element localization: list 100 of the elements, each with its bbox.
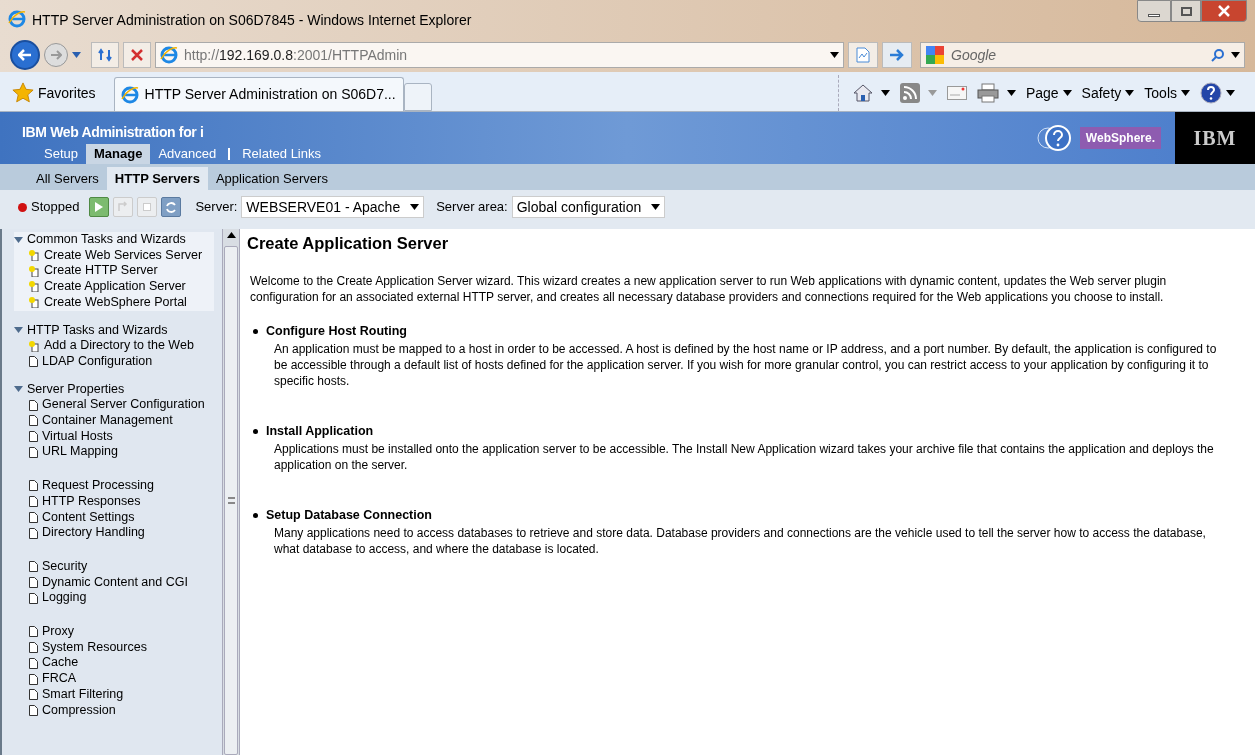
search-field[interactable]: Google — [920, 42, 1245, 68]
main-tab[interactable]: Advanced — [150, 144, 225, 164]
favorites-button[interactable]: Favorites — [8, 75, 100, 111]
sidebar-link[interactable]: Directory Handling — [14, 525, 214, 541]
page-icon — [29, 577, 38, 588]
go-button[interactable] — [882, 42, 912, 68]
sidebar-link[interactable]: URL Mapping — [14, 444, 214, 461]
server-area-label: Server area: — [436, 198, 508, 217]
stop-button[interactable] — [123, 42, 151, 68]
minimize-button[interactable] — [1137, 0, 1171, 22]
back-arrow-icon — [18, 49, 32, 61]
sidebar-link[interactable]: FRCA — [14, 671, 214, 687]
sidebar-link[interactable]: Create WebSphere Portal — [14, 294, 214, 311]
command-menu[interactable]: Page — [1025, 82, 1072, 104]
dropdown-arrow-icon[interactable] — [1062, 90, 1072, 96]
dropdown-arrow-icon[interactable] — [651, 204, 661, 210]
address-field[interactable]: http://192.169.0.8:2001/HTTPAdmin — [155, 42, 844, 68]
browser-tab[interactable]: HTTP Server Administration on S06D7... — [113, 77, 404, 111]
dropdown-arrow-icon[interactable] — [1006, 90, 1016, 96]
sidebar-link[interactable]: System Resources — [14, 639, 214, 656]
compatibility-icon — [856, 47, 870, 63]
help-icon[interactable] — [1200, 82, 1222, 104]
sidebar-link[interactable]: Virtual Hosts — [14, 428, 214, 445]
sidebar-link[interactable]: Logging — [14, 590, 214, 607]
step-description: Applications must be installed onto the application server to be accessible. The Install New Application wizard takes your archive file that contains the application and deploys the application on the server. — [273, 441, 1215, 473]
mail-icon[interactable] — [946, 86, 967, 100]
page-icon — [29, 496, 38, 508]
sidebar-link[interactable]: Proxy — [14, 624, 214, 640]
sidebar-link[interactable]: Create HTTP Server — [14, 263, 214, 280]
refresh-button[interactable] — [91, 42, 119, 68]
server-select[interactable]: WEBSERVE01 - Apache — [241, 196, 425, 218]
e-logo-icon — [160, 46, 178, 64]
stop-square-icon — [143, 203, 152, 211]
sidebar-link[interactable]: Create Application Server — [14, 279, 214, 295]
page-icon — [29, 592, 38, 604]
page-icon — [29, 511, 38, 523]
restore-button[interactable] — [1171, 0, 1201, 22]
sub-tab[interactable]: Application Servers — [207, 167, 336, 190]
brand-badge: WebSphere. — [1079, 127, 1161, 149]
scroll-up-icon — [226, 232, 236, 238]
google-icon — [925, 45, 945, 65]
dropdown-arrow-icon[interactable] — [1181, 90, 1190, 96]
main-tab[interactable]: Setup — [36, 144, 86, 164]
step-title: Setup Database Connection — [266, 507, 432, 523]
sub-tab[interactable]: All Servers — [28, 167, 107, 190]
scrollbar[interactable] — [222, 229, 240, 755]
sidebar-link[interactable]: Add a Directory to the Web — [14, 338, 214, 354]
server-area-select[interactable]: Global configuration — [511, 196, 666, 218]
start-button[interactable] — [89, 197, 110, 217]
refresh-status-button[interactable] — [161, 197, 182, 217]
sidebar-link[interactable]: Security — [14, 558, 214, 575]
sidebar-link[interactable]: Content Settings — [14, 509, 214, 526]
page-icon — [29, 527, 38, 539]
sidebar-link[interactable]: LDAP Configuration — [14, 353, 214, 370]
main-tab[interactable]: Manage — [86, 144, 151, 164]
dropdown-arrow-icon[interactable] — [1125, 90, 1135, 96]
command-menu[interactable]: Tools — [1144, 82, 1190, 104]
help-icon[interactable] — [1035, 124, 1072, 152]
sidebar-link[interactable]: Dynamic Content and CGI — [14, 574, 214, 591]
search-icon[interactable] — [1211, 48, 1225, 62]
home-icon[interactable] — [852, 84, 873, 102]
back-button[interactable] — [10, 40, 40, 70]
step-title: Configure Host Routing — [266, 323, 407, 339]
search-input[interactable]: Google — [951, 44, 1205, 66]
sub-tab[interactable]: HTTP Servers — [106, 167, 208, 190]
stop-icon — [130, 48, 144, 62]
dropdown-arrow-icon[interactable] — [1231, 52, 1240, 58]
dropdown-arrow-icon[interactable] — [410, 204, 420, 210]
sidebar-link[interactable]: Create Web Services Server — [14, 247, 214, 264]
server-label: Server: — [195, 198, 238, 217]
sidebar-link[interactable]: General Server Configuration — [14, 397, 214, 414]
printer-icon[interactable] — [976, 83, 999, 103]
sidebar-link[interactable]: Request Processing — [14, 478, 214, 494]
star-icon — [12, 82, 34, 104]
page-icon — [29, 415, 38, 427]
dropdown-arrow-icon[interactable] — [830, 52, 839, 58]
close-button[interactable] — [1201, 0, 1247, 22]
command-menu[interactable]: Safety — [1081, 82, 1135, 104]
page-icon — [29, 657, 38, 669]
sidebar-link[interactable]: Compression — [14, 702, 214, 719]
go-arrow-icon — [889, 49, 905, 61]
sidebar-link[interactable]: HTTP Responses — [14, 493, 214, 510]
dropdown-arrow-icon[interactable] — [880, 90, 890, 96]
sidebar-link[interactable]: Container Management — [14, 413, 214, 429]
group-header[interactable]: HTTP Tasks and Wizards — [14, 322, 214, 339]
group-header[interactable]: Server Properties — [14, 381, 214, 398]
sidebar-link[interactable]: Smart Filtering — [14, 686, 214, 703]
page-icon — [29, 626, 38, 638]
group-header[interactable]: Common Tasks and Wizards — [14, 232, 214, 248]
page-icon — [29, 431, 38, 443]
sidebar-link[interactable]: Cache — [14, 655, 214, 672]
restart-button[interactable] — [113, 197, 134, 217]
collapse-icon — [14, 327, 23, 334]
collapse-icon — [14, 386, 23, 393]
dropdown-arrow-icon[interactable] — [1226, 90, 1235, 96]
main-tab[interactable]: Related Links — [234, 144, 329, 164]
bullet-icon — [253, 428, 258, 434]
server-status: Stopped — [31, 198, 80, 217]
play-icon — [95, 202, 104, 212]
feed-icon[interactable] — [899, 83, 920, 103]
